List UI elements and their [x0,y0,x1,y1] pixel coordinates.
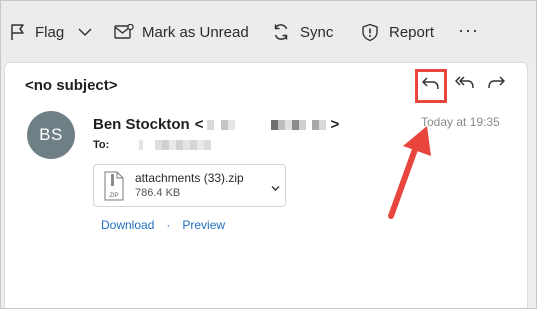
envelope-icon [114,24,134,40]
chevron-down-icon[interactable] [271,179,280,197]
forward-button[interactable] [486,75,506,96]
shield-alert-icon [361,23,379,42]
file-type-text: ZIP [109,193,118,199]
sender-avatar: BS [27,111,75,159]
download-link[interactable]: Download [101,218,154,232]
to-label: To: [93,139,110,151]
mark-as-unread-button[interactable]: Mark as Unread [114,17,249,47]
flag-button[interactable]: Flag [10,17,64,47]
sync-button[interactable]: Sync [272,17,333,47]
report-label: Report [389,23,435,41]
more-label: ··· [458,19,479,40]
reply-all-icon [454,76,476,95]
reply-button[interactable] [415,69,447,103]
forward-icon [486,76,506,95]
chevron-down-icon [78,27,92,37]
attachment-card[interactable]: ZIP attachments (33).zip 786.4 KB [93,164,286,207]
sync-label: Sync [300,23,334,41]
sender-line[interactable]: Ben Stockton < > [93,116,339,133]
report-button[interactable]: Report [361,17,434,47]
recipient-line: To: [93,139,215,151]
flag-label: Flag [35,23,65,41]
redacted-email [207,119,327,130]
reply-icon [421,76,441,97]
sender-name: Ben Stockton [93,116,190,133]
zip-file-icon: ZIP [103,171,125,206]
flag-icon [10,23,26,41]
toolbar: Flag Mark as Unread Sync Report ··· [0,0,537,62]
flag-options-dropdown[interactable] [78,17,92,47]
more-options-button[interactable]: ··· [458,15,479,45]
mark-as-unread-label: Mark as Unread [142,23,249,41]
separator-dot: · [166,218,171,232]
attachment-size: 786.4 KB [135,187,181,199]
message-subject: <no subject> [25,77,118,94]
attachment-actions: Download · Preview [101,218,225,232]
attachment-name: attachments (33).zip [135,171,244,185]
preview-link[interactable]: Preview [182,218,225,232]
redacted-recipient [139,140,212,150]
annotation-arrow [383,126,433,227]
reply-all-button[interactable] [454,75,476,96]
avatar-initials: BS [39,125,63,144]
sender-close-bracket: > [330,116,340,133]
sync-icon [272,23,290,41]
sender-open-bracket: < [194,116,204,133]
